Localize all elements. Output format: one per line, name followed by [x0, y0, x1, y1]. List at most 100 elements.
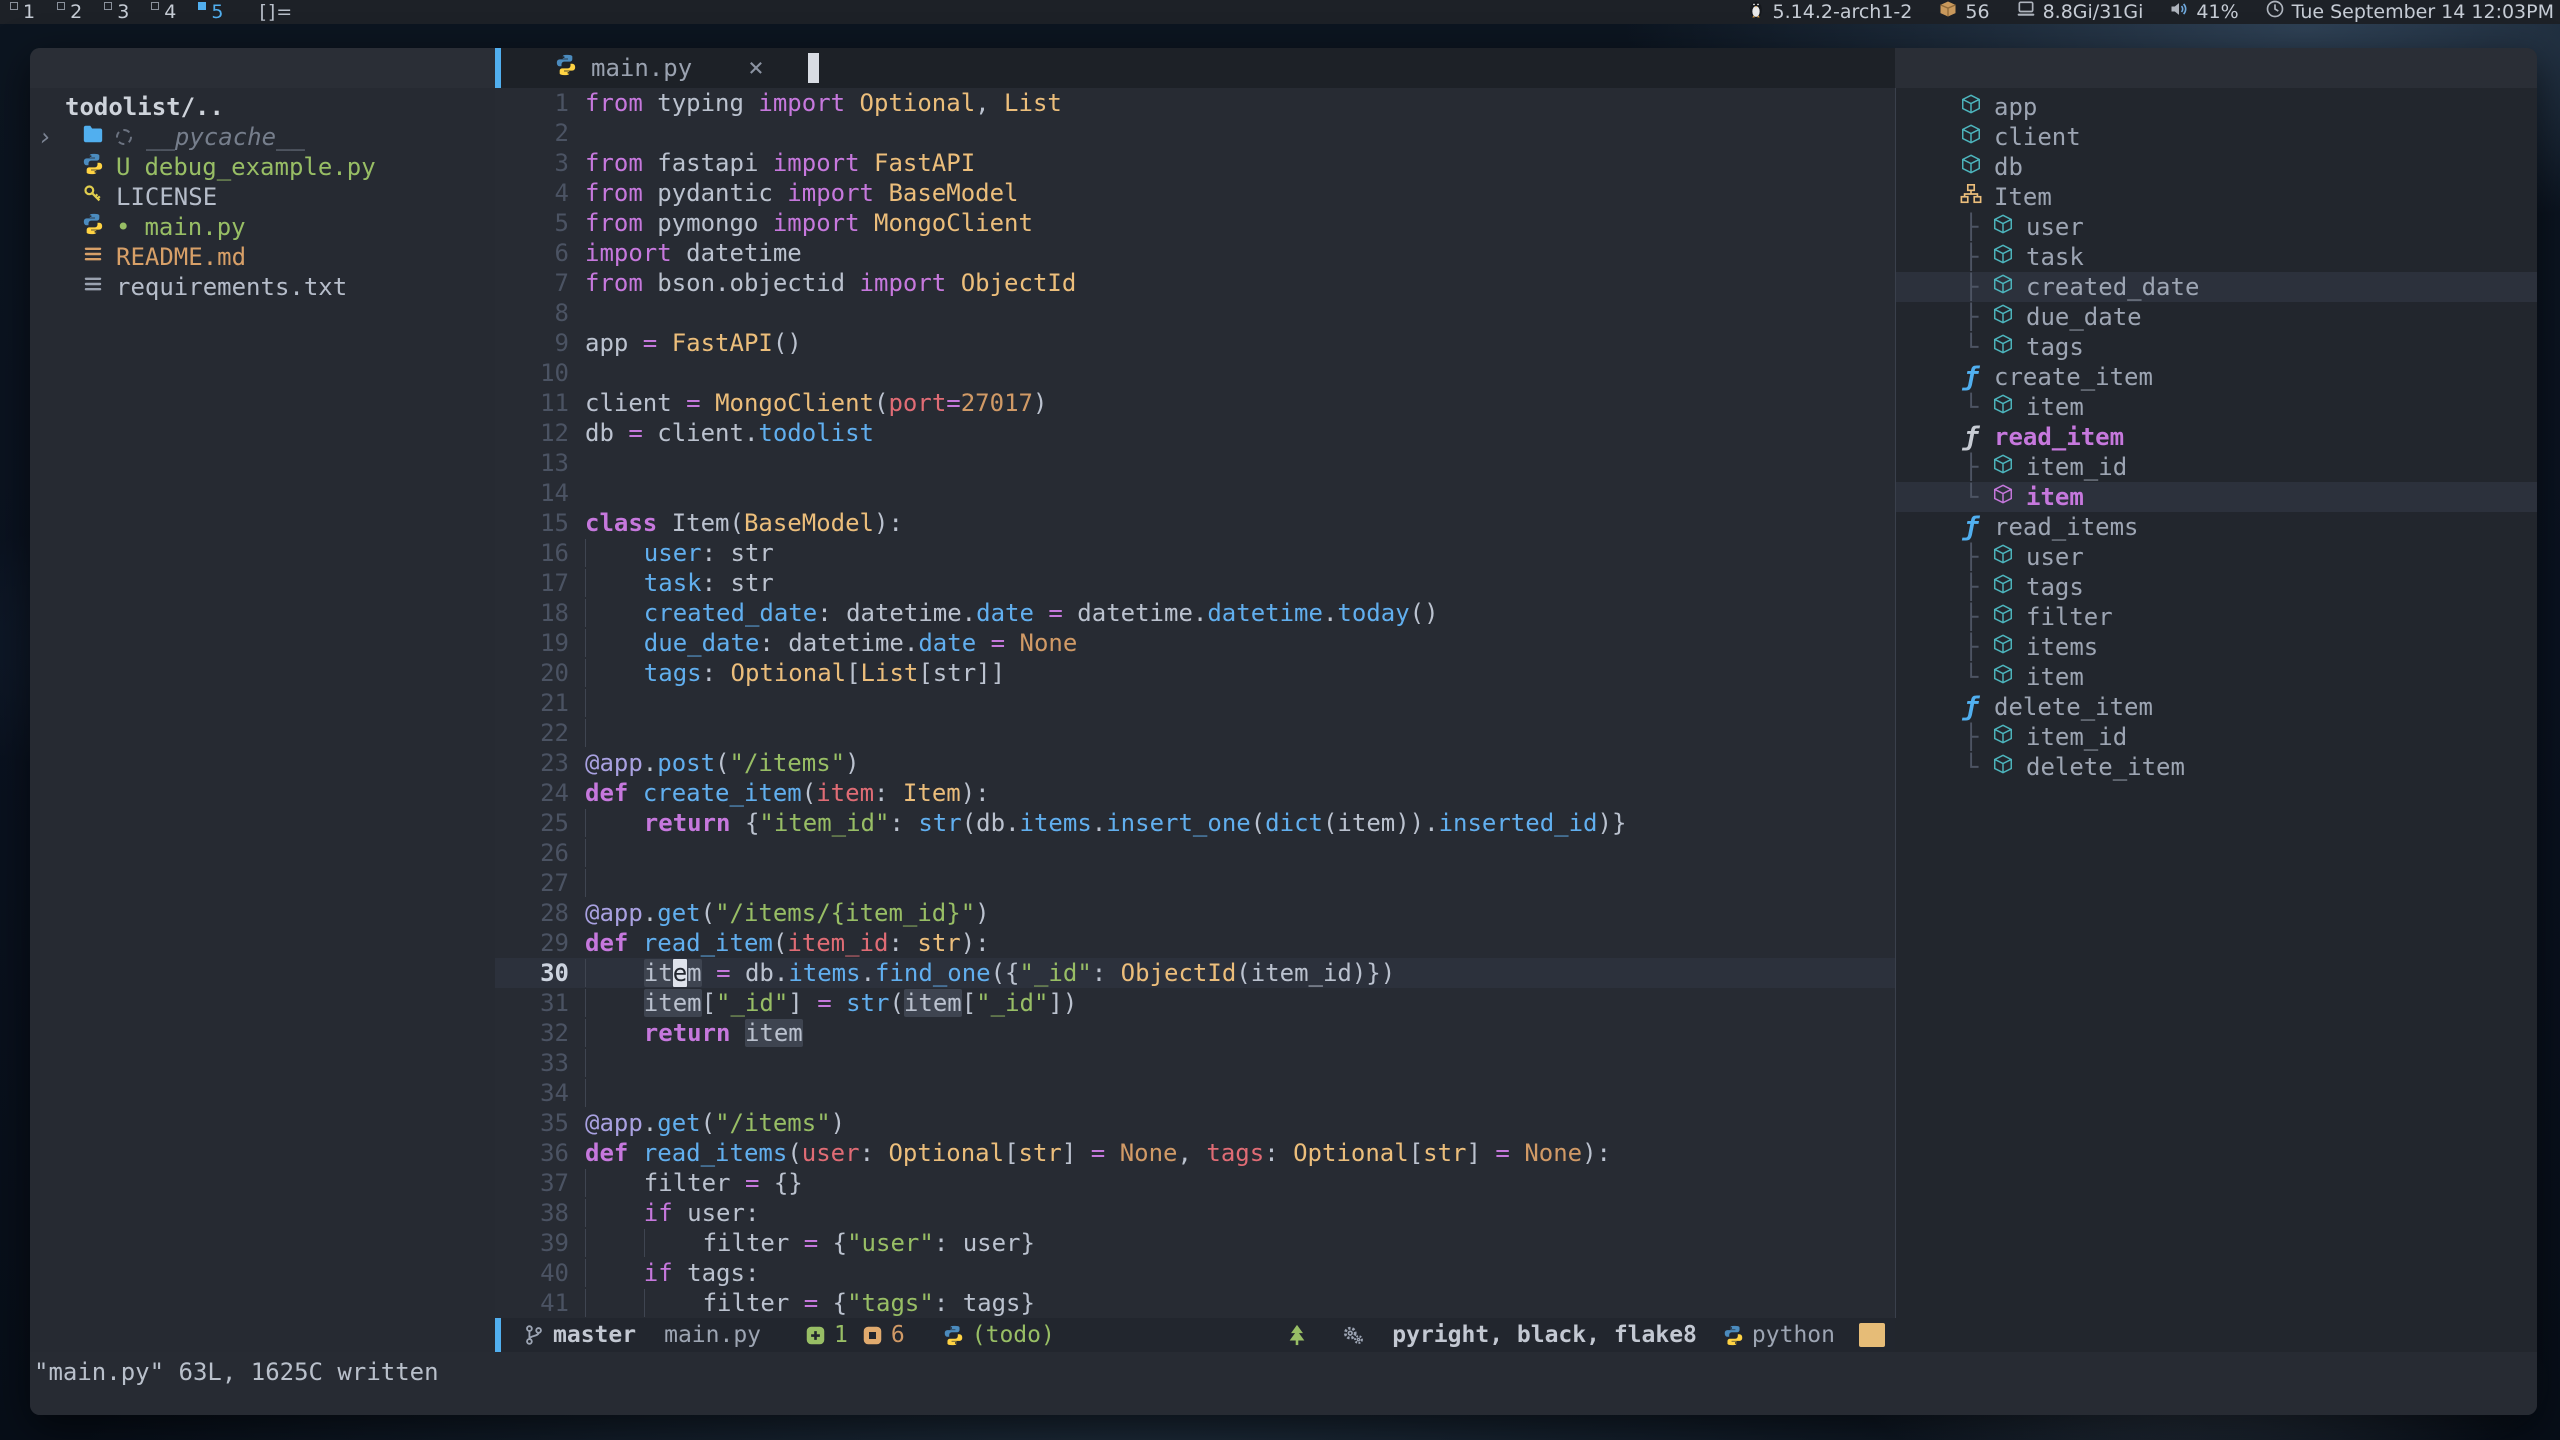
tree-connector: ├: [1964, 633, 1992, 661]
code-line-37[interactable]: 37 filter = {}: [495, 1168, 1895, 1198]
code-line-35[interactable]: 35@app.get("/items"): [495, 1108, 1895, 1138]
code-line-7[interactable]: 7from bson.objectid import ObjectId: [495, 268, 1895, 298]
code-line-18[interactable]: 18 created_date: datetime.date = datetim…: [495, 598, 1895, 628]
outline-item-item[interactable]: └item: [1896, 662, 2537, 692]
code-line-19[interactable]: 19 due_date: datetime.date = None: [495, 628, 1895, 658]
outline-item-client[interactable]: client: [1896, 122, 2537, 152]
code-line-8[interactable]: 8: [495, 298, 1895, 328]
workspace-1[interactable]: 1: [10, 0, 35, 24]
outline-item-tags[interactable]: ├tags: [1896, 572, 2537, 602]
code-line-5[interactable]: 5from pymongo import MongoClient: [495, 208, 1895, 238]
file-tree-item-requirements-txt[interactable]: requirements.txt: [30, 272, 495, 302]
code-line-16[interactable]: 16 user: str: [495, 538, 1895, 568]
code-line-38[interactable]: 38 if user:: [495, 1198, 1895, 1228]
line-text: app = FastAPI(): [585, 328, 802, 358]
code-line-23[interactable]: 23@app.post("/items"): [495, 748, 1895, 778]
file-tree-item--pycache-[interactable]: ›__pycache__: [30, 122, 495, 152]
outline-item-delete_item[interactable]: ƒdelete_item: [1896, 692, 2537, 722]
line-number: 4: [495, 178, 575, 208]
scroll-indicator[interactable]: [1859, 1323, 1885, 1347]
code-line-32[interactable]: 32 return item: [495, 1018, 1895, 1048]
code-line-13[interactable]: 13: [495, 448, 1895, 478]
outline-item-created_date[interactable]: ├created_date: [1896, 272, 2537, 302]
chevron-right-icon[interactable]: ›: [30, 123, 60, 151]
code-line-40[interactable]: 40 if tags:: [495, 1258, 1895, 1288]
file-tree-item-main-py[interactable]: •main.py: [30, 212, 495, 242]
workspace-5[interactable]: 5: [198, 0, 223, 24]
outline-item-due_date[interactable]: ├due_date: [1896, 302, 2537, 332]
outline-item-item_id[interactable]: ├item_id: [1896, 452, 2537, 482]
code-line-24[interactable]: 24def create_item(item: Item):: [495, 778, 1895, 808]
line-text: task: str: [585, 568, 774, 598]
tabline: main.py ×: [495, 48, 1895, 88]
code-editor[interactable]: 1from typing import Optional, List23from…: [495, 88, 1895, 1318]
outline-item-user[interactable]: ├user: [1896, 212, 2537, 242]
line-number: 29: [495, 928, 575, 958]
code-line-17[interactable]: 17 task: str: [495, 568, 1895, 598]
outline-item-item[interactable]: └item: [1896, 392, 2537, 422]
outline-item-item[interactable]: └item: [1896, 482, 2537, 512]
file-tree-item-debug-example-py[interactable]: Udebug_example.py: [30, 152, 495, 182]
outline-item-app[interactable]: app: [1896, 92, 2537, 122]
outline-item-task[interactable]: ├task: [1896, 242, 2537, 272]
code-line-1[interactable]: 1from typing import Optional, List: [495, 88, 1895, 118]
loading-circle-icon: [116, 129, 132, 145]
code-line-30[interactable]: 30 item = db.items.find_one({"_id": Obje…: [495, 958, 1895, 988]
outline-item-create_item[interactable]: ƒcreate_item: [1896, 362, 2537, 392]
outline-item-tags[interactable]: └tags: [1896, 332, 2537, 362]
workspace-3[interactable]: 3: [104, 0, 129, 24]
code-line-9[interactable]: 9app = FastAPI(): [495, 328, 1895, 358]
variable-icon: [1960, 93, 1994, 121]
code-line-2[interactable]: 2: [495, 118, 1895, 148]
code-line-36[interactable]: 36def read_items(user: Optional[str] = N…: [495, 1138, 1895, 1168]
outline-item-db[interactable]: db: [1896, 152, 2537, 182]
outline-item-delete_item[interactable]: └delete_item: [1896, 752, 2537, 782]
file-tree-item-readme-md[interactable]: README.md: [30, 242, 495, 272]
outline-item-user[interactable]: ├user: [1896, 542, 2537, 572]
code-line-33[interactable]: 33: [495, 1048, 1895, 1078]
modified-box-icon: [862, 1325, 883, 1346]
outline-item-read_item[interactable]: ƒread_item: [1896, 422, 2537, 452]
code-line-29[interactable]: 29def read_item(item_id: str):: [495, 928, 1895, 958]
layout-indicator[interactable]: []=: [259, 0, 293, 24]
workspace-indicator-square: [10, 2, 18, 10]
code-line-14[interactable]: 14: [495, 478, 1895, 508]
system-status-segment: 8.8Gi/31Gi: [2016, 0, 2144, 25]
file-tree-root[interactable]: todolist/..: [30, 92, 495, 122]
code-line-21[interactable]: 21: [495, 688, 1895, 718]
code-line-31[interactable]: 31 item["_id"] = str(item["_id"]): [495, 988, 1895, 1018]
file-tree-item-license[interactable]: LICENSE: [30, 182, 495, 212]
line-text: [585, 868, 600, 898]
outline-item-items[interactable]: ├items: [1896, 632, 2537, 662]
code-line-39[interactable]: 39 filter = {"user": user}: [495, 1228, 1895, 1258]
code-line-25[interactable]: 25 return {"item_id": str(db.items.inser…: [495, 808, 1895, 838]
line-text: db = client.todolist: [585, 418, 874, 448]
code-line-3[interactable]: 3from fastapi import FastAPI: [495, 148, 1895, 178]
workspace-4[interactable]: 4: [151, 0, 176, 24]
package-icon: [1938, 0, 1965, 25]
code-line-11[interactable]: 11client = MongoClient(port=27017): [495, 388, 1895, 418]
code-line-22[interactable]: 22: [495, 718, 1895, 748]
code-line-10[interactable]: 10: [495, 358, 1895, 388]
outline-item-Item[interactable]: Item: [1896, 182, 2537, 212]
close-icon[interactable]: ×: [748, 53, 764, 83]
line-number: 19: [495, 628, 575, 658]
outline-item-read_items[interactable]: ƒread_items: [1896, 512, 2537, 542]
code-line-6[interactable]: 6import datetime: [495, 238, 1895, 268]
code-line-12[interactable]: 12db = client.todolist: [495, 418, 1895, 448]
code-line-20[interactable]: 20 tags: Optional[List[str]]: [495, 658, 1895, 688]
code-line-28[interactable]: 28@app.get("/items/{item_id}"): [495, 898, 1895, 928]
outline-item-filter[interactable]: ├filter: [1896, 602, 2537, 632]
code-line-27[interactable]: 27: [495, 868, 1895, 898]
code-line-26[interactable]: 26: [495, 838, 1895, 868]
code-line-41[interactable]: 41 filter = {"tags": tags}: [495, 1288, 1895, 1318]
code-line-4[interactable]: 4from pydantic import BaseModel: [495, 178, 1895, 208]
workspace-2[interactable]: 2: [57, 0, 82, 24]
code-line-34[interactable]: 34: [495, 1078, 1895, 1108]
line-number: 17: [495, 568, 575, 598]
code-line-15[interactable]: 15class Item(BaseModel):: [495, 508, 1895, 538]
tab-main-py[interactable]: main.py ×: [495, 48, 790, 88]
file-name: requirements.txt: [116, 273, 347, 301]
line-number: 16: [495, 538, 575, 568]
outline-item-item_id[interactable]: ├item_id: [1896, 722, 2537, 752]
